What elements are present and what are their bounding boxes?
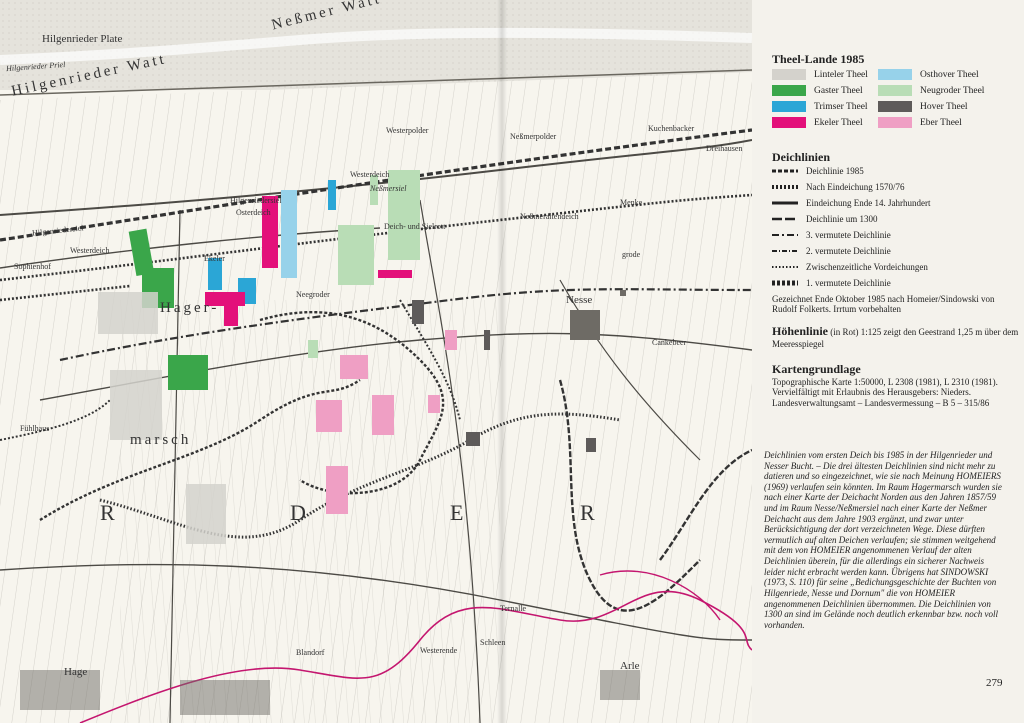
label-ekeler: Ekeler: [204, 254, 225, 263]
label-schleen: Schleen: [480, 638, 506, 647]
label-nesse: Nesse: [566, 294, 593, 306]
label-fuhlhaus: Fühlhaus: [20, 424, 50, 433]
map-area: Hilgenrieder Plate Hilgenrieder Priel Hi…: [0, 0, 752, 723]
swatch-neugroder: [878, 85, 912, 96]
dike-symbol-2: [772, 250, 798, 252]
drawing-note: Gezeichnet Ende Oktober 1985 nach Homeie…: [772, 294, 995, 315]
page-number: 279: [986, 677, 1003, 689]
dike-symbol-1985: [772, 169, 798, 173]
label-nessmerpolder: Neßmerpolder: [510, 132, 557, 141]
dike-symbol-3: [772, 234, 798, 236]
label-arle: Arle: [620, 660, 640, 672]
dike-label-1985: Deichlinie 1985: [806, 166, 864, 176]
swatch-linteler: [772, 69, 806, 80]
kartengrundlage-text: Topographische Karte 1:50000, L 2308 (19…: [772, 377, 998, 408]
theel-lande-title: Theel-Lande 1985: [772, 52, 865, 66]
dike-label-3: 3. vermutete Deichlinie: [806, 230, 891, 240]
swatch-osthover: [878, 69, 912, 80]
page-gutter: [497, 0, 507, 723]
legend-item-trimser: Trimser Theel: [772, 101, 868, 112]
label-menke: Menke: [620, 198, 643, 207]
dike-symbol-zwischen: [772, 266, 798, 268]
label-grode: grode: [622, 250, 641, 259]
kartengrundlage-title: Kartengrundlage: [772, 362, 861, 376]
dike-label-1: 1. vermutete Deichlinie: [806, 278, 891, 288]
map-canvas: [0, 0, 752, 723]
label-blandorf: Blandorf: [296, 648, 325, 657]
legend-label-neugroder: Neugroder Theel: [920, 85, 985, 96]
dike-symbol-1570: [772, 185, 798, 189]
legend-label-hover: Hover Theel: [920, 101, 968, 112]
label-hage: Hage: [64, 666, 88, 678]
hoehenlinie-sub: (in Rot): [830, 327, 859, 337]
dike-label-14jh: Eindeichung Ende 14. Jahrhundert: [806, 198, 931, 208]
swatch-gaster: [772, 85, 806, 96]
legend-item-linteler: Linteler Theel: [772, 69, 868, 80]
legend-label-linteler: Linteler Theel: [814, 69, 868, 80]
dike-label-2: 2. vermutete Deichlinie: [806, 246, 891, 256]
legend-label-trimser: Trimser Theel: [814, 101, 868, 112]
hoehenlinie-title: Höhenlinie: [772, 324, 829, 338]
dike-symbol-1300: [772, 217, 798, 221]
label-westerende: Westerende: [420, 646, 458, 655]
dike-legend-1985: Deichlinie 1985: [772, 166, 864, 176]
swatch-trimser: [772, 101, 806, 112]
label-sophienhof: Sophienhof: [14, 262, 51, 271]
dike-legend-zwischen: Zwischenzeitliche Vordeichungen: [772, 262, 928, 272]
dike-legend-1300: Deichlinie um 1300: [772, 214, 878, 224]
dike-label-zwischen: Zwischenzeitliche Vordeichungen: [806, 262, 928, 272]
legend-item-neugroder: Neugroder Theel: [878, 85, 984, 96]
dike-label-1570: Nach Eindeichung 1570/76: [806, 182, 905, 192]
legend-label-gaster: Gaster Theel: [814, 85, 863, 96]
legend-label-ekeler: Ekeler Theel: [814, 117, 863, 128]
legend-item-hover: Hover Theel: [878, 101, 968, 112]
label-nessmersiel: Neßmersiel: [370, 184, 407, 193]
label-westerdeich: Westerdeich: [70, 246, 110, 255]
swatch-hover: [878, 101, 912, 112]
legend-item-osthover: Osthover Theel: [878, 69, 979, 80]
label-region-r-2: R: [580, 500, 601, 525]
dike-symbol-14jh: [772, 201, 798, 205]
dike-legend-2: 2. vermutete Deichlinie: [772, 246, 891, 256]
deichlinien-title: Deichlinien: [772, 150, 831, 164]
label-dreihausen: Dreihausen: [706, 144, 743, 153]
label-marsch: marsch: [130, 432, 192, 448]
label-deich-und-sielrott: Deich- und Sielrott: [384, 222, 446, 231]
label-ternalle: Ternalle: [500, 604, 527, 613]
dike-legend-1570: Nach Eindeichung 1570/76: [772, 182, 904, 192]
hoehenlinie-block: Höhenlinie (in Rot) 1:125 zeigt den Gees…: [772, 324, 1024, 349]
legend-item-ekeler: Ekeler Theel: [772, 117, 863, 128]
legend-label-osthover: Osthover Theel: [920, 69, 979, 80]
label-hager: Hager-: [160, 300, 220, 316]
legend-item-gaster: Gaster Theel: [772, 85, 863, 96]
label-region-r: R: [100, 500, 121, 525]
caption-paragraph: Deichlinien vom ersten Deich bis 1985 in…: [764, 450, 1002, 630]
label-hilgenriedersiel-2: Hilgenriedersiel: [230, 196, 282, 205]
swatch-eber: [878, 117, 912, 128]
label-region-d: D: [290, 500, 312, 525]
swatch-ekeler: [772, 117, 806, 128]
label-osterdeich: Osterdeich: [236, 208, 271, 217]
label-westerpolder: Westerpolder: [386, 126, 429, 135]
label-region-e: E: [450, 500, 470, 525]
label-westerdeich-2: Westerdeich: [350, 170, 390, 179]
legend-panel: Theel-Lande 1985 Linteler Theel Gaster T…: [752, 0, 1024, 723]
legend-label-eber: Eber Theel: [920, 117, 962, 128]
dike-legend-1: 1. vermutete Deichlinie: [772, 278, 891, 288]
label-neegroder: Neegroder: [296, 290, 330, 299]
legend-item-eber: Eber Theel: [878, 117, 962, 128]
dike-legend-14jh: Eindeichung Ende 14. Jahrhundert: [772, 198, 930, 208]
dike-symbol-1: [772, 280, 798, 286]
label-kuchenbacker: Kuchenbacker: [648, 124, 695, 133]
label-hilgenrieder-plate: Hilgenrieder Plate: [42, 33, 123, 45]
dike-legend-3: 3. vermutete Deichlinie: [772, 230, 891, 240]
label-nessmeraltendeich: Neßmeraltendeich: [520, 212, 579, 221]
dike-label-1300: Deichlinie um 1300: [806, 214, 878, 224]
label-cankebeer: Cankebeer: [652, 338, 687, 347]
